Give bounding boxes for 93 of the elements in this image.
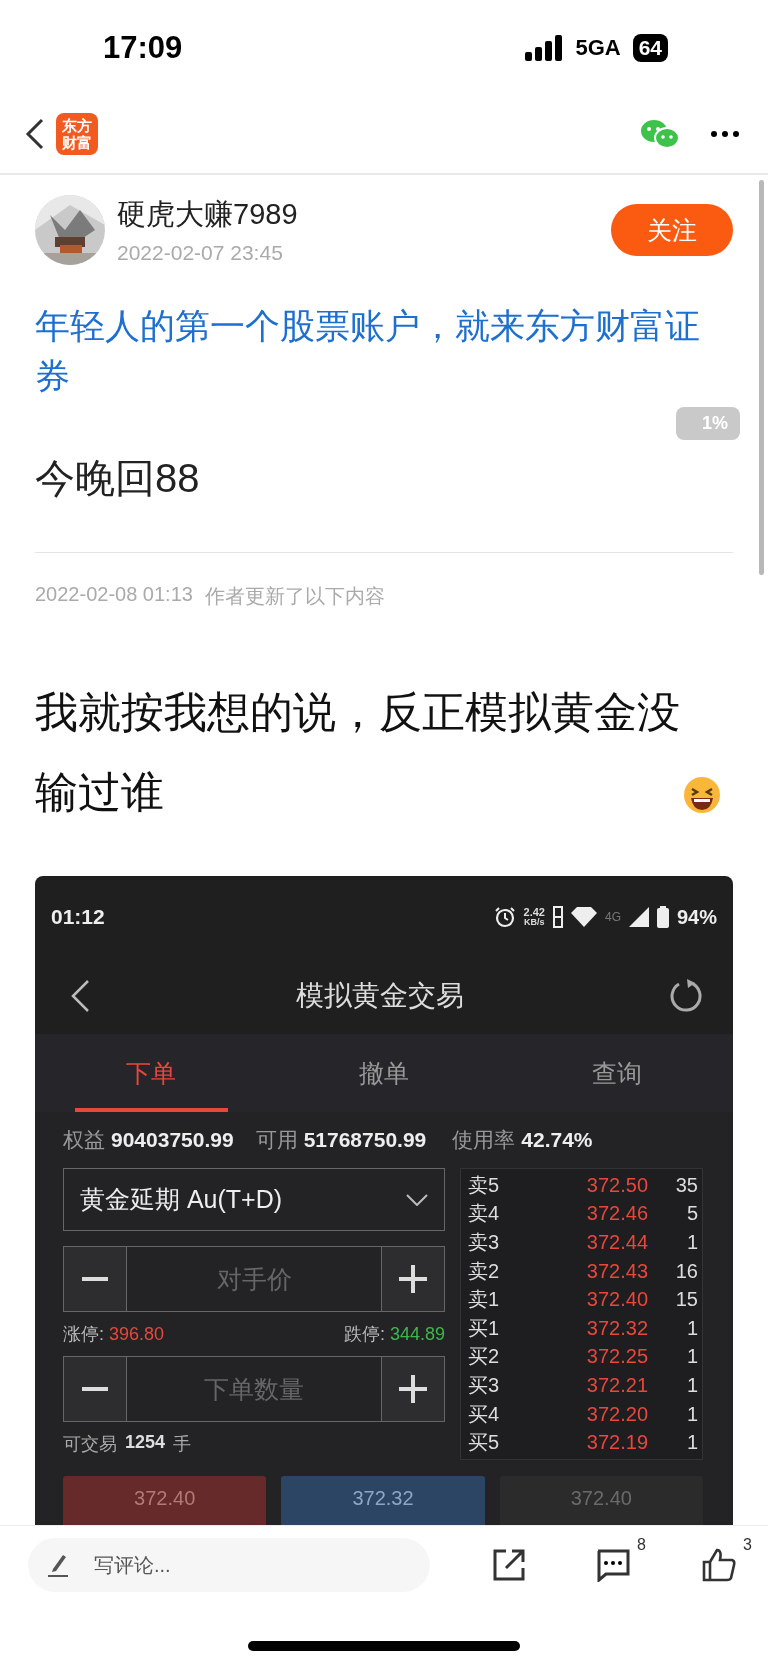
alarm-icon (493, 906, 516, 928)
contract-dropdown[interactable]: 黄金延期 Au(T+D) (63, 1168, 445, 1231)
level-label: 买1 (468, 1315, 501, 1341)
plus-icon (399, 1375, 427, 1403)
battery-level: 94% (676, 905, 717, 929)
app-logo[interactable]: 东方 财富 (56, 113, 98, 155)
price-value: 372.32 (585, 1316, 648, 1340)
increase-button[interactable] (381, 1246, 445, 1312)
speed-value: 2.42 (523, 907, 545, 918)
volume-value: 1 (685, 1316, 698, 1340)
scrollbar[interactable] (759, 180, 764, 575)
price-value: 372.50 (585, 1173, 648, 1197)
network-label: 4G (604, 910, 621, 924)
level-label: 买5 (468, 1430, 501, 1456)
volume-value: 5 (685, 1202, 698, 1226)
tradable-label: 可交易 (63, 1433, 117, 1456)
back-icon[interactable] (70, 979, 90, 1013)
clock-time: 17:09 (103, 29, 183, 66)
tab[interactable]: 下单 (35, 1034, 268, 1112)
price-value: 372.40 (585, 1288, 648, 1312)
author-name[interactable]: 硬虎大赚7989 (117, 195, 599, 235)
increase-button[interactable] (381, 1356, 445, 1422)
price-value: 372.21 (585, 1373, 648, 1397)
level-label: 卖2 (468, 1258, 501, 1284)
signal-icon (525, 34, 564, 61)
account-stat: 可用 51768750.99 (255, 1127, 427, 1153)
screen-title: 模拟黄金交易 (294, 979, 465, 1013)
tradable-unit: 手 (173, 1433, 192, 1456)
volume-value: 1 (685, 1431, 698, 1455)
hd-icon (552, 906, 563, 928)
price-value: 372.25 (585, 1345, 648, 1369)
update-time: 2022-02-08 01:13 (35, 583, 193, 607)
tab[interactable]: 查询 (500, 1034, 733, 1112)
price-value: 372.46 (585, 1202, 648, 1226)
post-title: 今晚回88 (35, 455, 201, 502)
chevron-down-icon (406, 1193, 428, 1206)
close-button[interactable]: 372.40 (499, 1475, 703, 1525)
wifi-icon (570, 907, 597, 927)
pencil-icon (48, 1552, 70, 1578)
clock-time: 01:12 (51, 905, 106, 929)
limit-down: 跌停: 344.89 (343, 1323, 445, 1346)
volume-value: 1 (685, 1402, 698, 1426)
promo-link[interactable]: 年轻人的第一个股票账户，就来东方财富证券 (35, 301, 733, 401)
level-label: 卖5 (468, 1172, 501, 1198)
more-icon[interactable] (710, 130, 740, 138)
level-label: 卖3 (468, 1230, 501, 1255)
volume-value: 16 (674, 1259, 698, 1283)
post-date: 2022-02-07 23:45 (117, 241, 284, 265)
minus-icon (82, 1277, 108, 1281)
share-icon[interactable] (492, 1548, 526, 1582)
follow-button[interactable]: 关注 (611, 204, 733, 256)
tab[interactable]: 撤单 (267, 1034, 501, 1112)
signal-icon (628, 907, 649, 927)
level-label: 买2 (468, 1344, 501, 1370)
account-stat: 权益 90403750.99 (63, 1127, 234, 1153)
battery-level: 64 (632, 33, 668, 62)
price-field[interactable]: 对手价 (127, 1246, 381, 1312)
comment-icon[interactable] (596, 1548, 630, 1582)
back-icon[interactable] (24, 118, 46, 150)
volume-value: 1 (685, 1231, 698, 1254)
sell-button[interactable]: 372.32 (281, 1475, 485, 1525)
post-body: 我就按我想的说，反正模拟黄金没输过谁 (35, 687, 681, 818)
price-value: 372.19 (585, 1431, 648, 1455)
level-label: 卖1 (468, 1287, 501, 1313)
comment-field[interactable]: 写评论... (28, 1538, 430, 1592)
volume-value: 1 (685, 1373, 698, 1397)
update-note: 作者更新了以下内容 (204, 584, 385, 609)
laughing-emoji-icon (683, 776, 721, 814)
volume-value: 1 (685, 1345, 698, 1369)
decrease-button[interactable] (63, 1246, 127, 1312)
level-label: 卖4 (468, 1201, 501, 1227)
speed-unit: KB/s (524, 918, 545, 927)
price-value: 372.44 (585, 1231, 648, 1254)
price-value: 372.20 (585, 1402, 648, 1426)
quantity-field[interactable]: 下单数量 (127, 1356, 381, 1422)
thumbs-up-icon[interactable] (702, 1548, 736, 1582)
limit-up: 涨停: 396.80 (63, 1323, 165, 1346)
network-label: 5GA (575, 34, 621, 61)
decrease-button[interactable] (63, 1356, 127, 1422)
level-label: 买4 (468, 1401, 501, 1427)
refresh-icon[interactable] (669, 979, 703, 1013)
volume-value: 35 (674, 1173, 698, 1197)
comment-count: 8 (637, 1536, 646, 1554)
plus-icon (399, 1265, 427, 1293)
price-value: 372.43 (585, 1259, 648, 1283)
volume-value: 15 (674, 1288, 698, 1312)
like-count: 3 (743, 1536, 752, 1554)
minus-icon (82, 1387, 108, 1391)
account-stat: 使用率 42.74% (452, 1127, 593, 1153)
tradable-value: 1254 (125, 1432, 166, 1454)
buy-button[interactable]: 372.40 (63, 1475, 267, 1525)
level-label: 买3 (468, 1372, 501, 1398)
battery-icon (656, 906, 669, 928)
